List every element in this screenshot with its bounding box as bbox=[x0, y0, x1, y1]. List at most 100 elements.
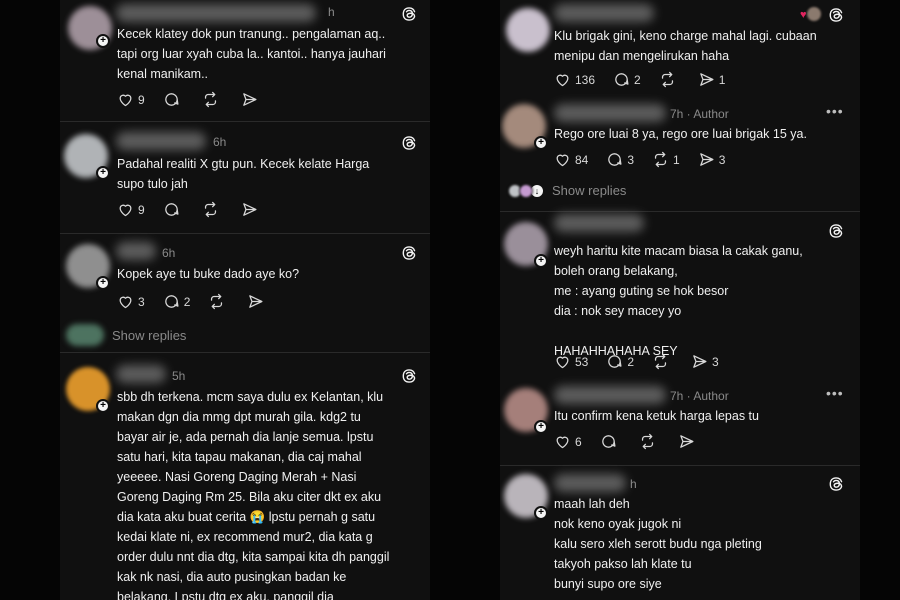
left-thread-column: + h Kecek klatey dok pun tranung.. penga… bbox=[60, 0, 430, 600]
share-button[interactable] bbox=[247, 293, 268, 310]
comment-icon bbox=[163, 91, 180, 108]
threads-icon[interactable] bbox=[400, 244, 418, 262]
follow-plus-icon[interactable]: + bbox=[96, 276, 110, 290]
follow-plus-icon[interactable]: + bbox=[534, 136, 548, 150]
share-button[interactable]: 3 bbox=[698, 151, 726, 168]
username-blurred[interactable] bbox=[554, 4, 654, 22]
follow-plus-icon[interactable]: + bbox=[96, 34, 110, 48]
comment-button[interactable] bbox=[163, 201, 184, 218]
share-button[interactable]: 1 bbox=[698, 71, 726, 88]
post-text: sbb dh terkena. mcm saya dulu ex Kelanta… bbox=[117, 390, 390, 600]
more-icon[interactable]: ••• bbox=[826, 103, 844, 119]
share-icon bbox=[698, 71, 715, 88]
liked-heart-icon: ♥ bbox=[800, 9, 807, 21]
username-blurred[interactable] bbox=[116, 132, 206, 150]
post-actions: 9 bbox=[117, 201, 280, 218]
more-icon[interactable]: ••• bbox=[826, 385, 844, 401]
like-button[interactable]: 9 bbox=[117, 201, 145, 218]
post-time: 5h bbox=[172, 369, 186, 383]
post-time: 6h bbox=[213, 135, 227, 149]
post-time: 7h · Author bbox=[670, 107, 729, 121]
heart-icon bbox=[554, 353, 571, 370]
post-actions: 9 bbox=[117, 91, 280, 108]
threads-icon[interactable] bbox=[400, 134, 418, 152]
share-count: 3 bbox=[718, 152, 726, 167]
comment-icon bbox=[163, 201, 180, 218]
follow-plus-icon[interactable]: + bbox=[534, 506, 548, 520]
share-button[interactable] bbox=[678, 433, 699, 450]
like-button[interactable]: 9 bbox=[117, 91, 145, 108]
share-count: 1 bbox=[718, 72, 726, 87]
repost-button[interactable]: 1 bbox=[652, 151, 680, 168]
comment-count: 3 bbox=[627, 152, 635, 167]
threads-icon[interactable] bbox=[827, 222, 845, 240]
comment-button[interactable]: 2 bbox=[163, 293, 190, 310]
show-replies-label: Show replies bbox=[552, 183, 627, 198]
comment-button[interactable]: 2 bbox=[606, 353, 634, 370]
share-button[interactable]: 3 bbox=[691, 353, 719, 370]
like-button[interactable]: 3 bbox=[117, 293, 145, 310]
comment-button[interactable]: 3 bbox=[606, 151, 634, 168]
username-blurred[interactable] bbox=[554, 214, 644, 232]
threads-icon[interactable] bbox=[400, 5, 418, 23]
comment-button[interactable] bbox=[163, 91, 184, 108]
show-replies-link[interactable]: Show replies bbox=[66, 324, 186, 346]
heart-icon bbox=[554, 151, 571, 168]
username-blurred[interactable] bbox=[116, 242, 156, 260]
post-text: Klu brigak gini, keno charge mahal lagi.… bbox=[554, 29, 817, 63]
post-actions: 53 2 3 bbox=[554, 353, 737, 370]
post-actions: 84 3 1 3 bbox=[554, 151, 743, 168]
follow-plus-icon[interactable]: + bbox=[534, 254, 548, 268]
follow-plus-icon[interactable]: + bbox=[96, 399, 110, 413]
post-time: 6h bbox=[162, 246, 176, 260]
like-count: 84 bbox=[575, 152, 589, 167]
username-blurred[interactable] bbox=[554, 474, 626, 492]
reply-post-1: + h Kecek klatey dok pun tranung.. penga… bbox=[60, 0, 430, 120]
comment-count: 2 bbox=[627, 354, 635, 369]
username-blurred[interactable] bbox=[116, 4, 316, 22]
heart-icon bbox=[117, 201, 134, 218]
repost-button[interactable] bbox=[202, 201, 223, 218]
repost-button[interactable] bbox=[208, 293, 229, 310]
heart-icon bbox=[554, 433, 571, 450]
username-blurred[interactable] bbox=[116, 365, 166, 383]
threads-icon[interactable] bbox=[827, 6, 845, 24]
like-button[interactable]: 6 bbox=[554, 433, 582, 450]
comment-button[interactable]: 2 bbox=[613, 71, 641, 88]
share-icon bbox=[241, 201, 258, 218]
repost-button[interactable] bbox=[639, 433, 660, 450]
username-blurred[interactable] bbox=[554, 386, 666, 404]
heart-icon bbox=[554, 71, 571, 88]
share-button[interactable] bbox=[241, 91, 262, 108]
reply-avatars bbox=[66, 324, 104, 346]
avatar[interactable] bbox=[506, 8, 550, 52]
repost-button[interactable] bbox=[202, 91, 223, 108]
show-replies-link[interactable]: ↓ Show replies bbox=[508, 183, 626, 198]
post-actions: 3 2 bbox=[117, 293, 286, 310]
like-count: 9 bbox=[138, 202, 145, 217]
like-button[interactable]: 136 bbox=[554, 71, 595, 88]
post-text: Rego ore luai 8 ya, rego ore luai brigak… bbox=[554, 127, 807, 141]
reply-post-4: + 5h sbb dh terkena. mcm saya dulu ex Ke… bbox=[60, 353, 430, 600]
follow-plus-icon[interactable]: + bbox=[534, 420, 548, 434]
like-count: 136 bbox=[575, 72, 596, 87]
reply-avatar bbox=[519, 183, 533, 198]
threads-icon[interactable] bbox=[827, 475, 845, 493]
repost-button[interactable] bbox=[659, 71, 680, 88]
repost-icon bbox=[639, 433, 656, 450]
reply-post-6: + 7h · Author ••• Rego ore luai 8 ya, re… bbox=[500, 100, 860, 208]
post-time: h bbox=[328, 5, 335, 19]
reply-post-7: + weyh haritu kite macam biasa la cakak … bbox=[500, 212, 860, 382]
post-text: maah lah deh nok keno oyak jugok ni kalu… bbox=[554, 497, 762, 591]
threads-icon[interactable] bbox=[400, 367, 418, 385]
follow-plus-icon[interactable]: + bbox=[96, 166, 110, 180]
share-icon bbox=[698, 151, 715, 168]
share-icon bbox=[678, 433, 695, 450]
comment-button[interactable] bbox=[600, 433, 621, 450]
repost-button[interactable] bbox=[652, 353, 673, 370]
like-count: 3 bbox=[138, 294, 145, 309]
like-button[interactable]: 53 bbox=[554, 353, 588, 370]
like-button[interactable]: 84 bbox=[554, 151, 588, 168]
username-blurred[interactable] bbox=[554, 104, 666, 122]
share-button[interactable] bbox=[241, 201, 262, 218]
